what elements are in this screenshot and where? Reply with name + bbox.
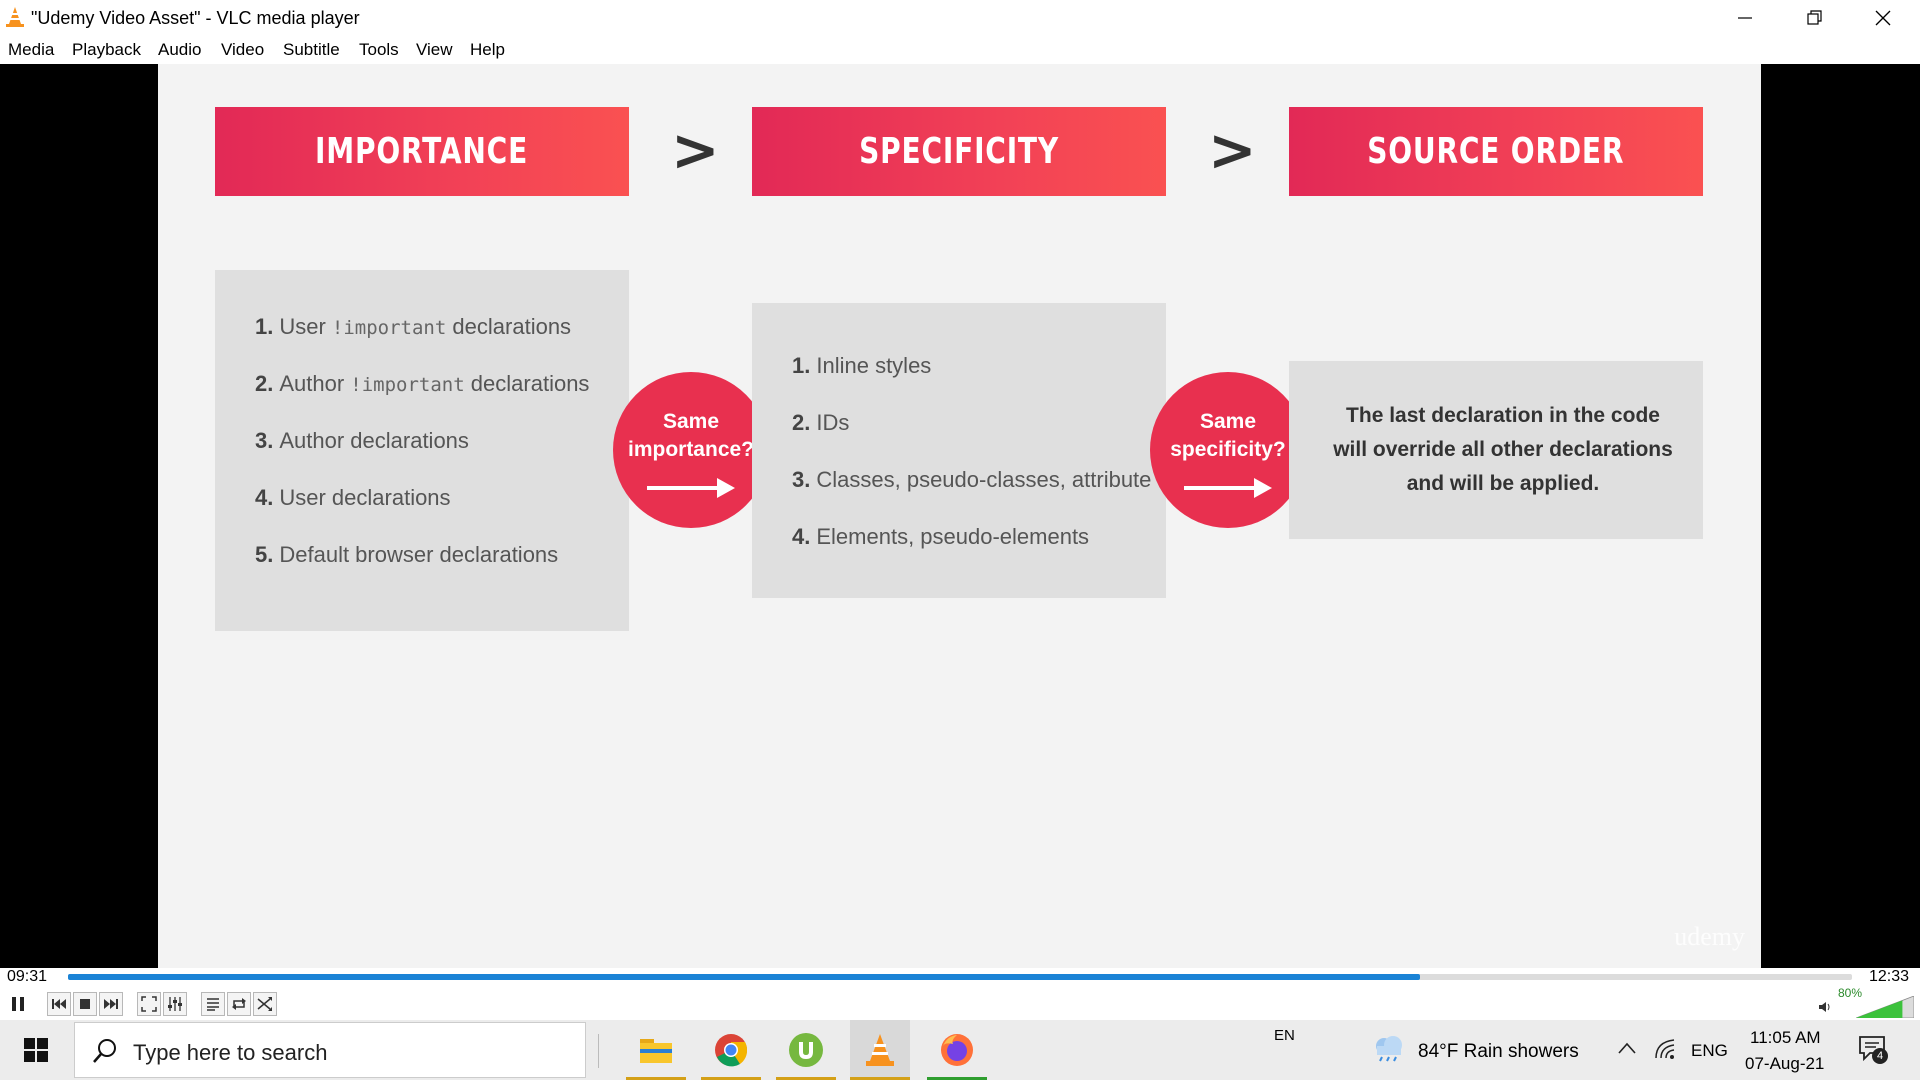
list-item: 4. Elements, pseudo-elements [792,524,1090,549]
title-bar: "Udemy Video Asset" - VLC media player [0,0,1920,36]
skip-next-icon [104,999,118,1009]
windows-logo-icon [24,1038,48,1062]
fullscreen-icon [141,996,157,1012]
menu-subtitle[interactable]: Subtitle [283,40,340,60]
close-icon [1875,10,1891,26]
list-item: 3. Classes, pseudo-classes, attribute [792,467,1152,492]
loop-button[interactable] [227,992,251,1016]
menu-playback[interactable]: Playback [72,40,141,60]
firefox-icon [941,1034,973,1066]
arrow-right-icon [1184,478,1272,498]
utorrent-taskbar-button[interactable] [776,1020,836,1080]
video-area[interactable]: IMPORTANCE > SPECIFICITY > SOURCE ORDER … [0,64,1920,968]
folder-icon [640,1039,672,1063]
skip-previous-icon [52,999,66,1009]
chevron-up-icon[interactable] [1618,1042,1636,1054]
minimize-button[interactable] [1710,0,1780,36]
list-item: 3. Author declarations [255,428,469,453]
loop-icon [232,998,246,1010]
greater-than-sign: > [1208,116,1257,184]
seek-progress [68,974,1421,980]
list-item: 2. IDs [792,410,850,435]
importance-list-box: 1. User !important declarations 2. Author … [215,270,629,631]
clock-date[interactable]: 07-Aug-21 [1745,1054,1824,1074]
wifi-icon[interactable] [1654,1038,1676,1060]
taskbar-divider [598,1034,599,1068]
file-explorer-taskbar-button[interactable] [626,1020,686,1080]
banner-specificity: SPECIFICITY [752,107,1166,196]
seek-slider[interactable] [68,974,1852,980]
vlc-cone-icon [6,7,24,27]
restore-button[interactable] [1780,0,1850,36]
menu-help[interactable]: Help [470,40,505,60]
notification-center-button[interactable]: 4 [1858,1034,1888,1064]
banner-source-order: SOURCE ORDER [1289,107,1703,196]
notification-count-badge: 4 [1872,1048,1888,1064]
restore-icon [1807,10,1822,25]
speaker-icon[interactable] [1818,1000,1832,1014]
menu-video[interactable]: Video [221,40,264,60]
elapsed-time: 09:31 [7,968,48,985]
udemy-watermark: udemy [1674,922,1745,951]
list-item: 2. Author !important declarations [255,371,590,396]
chrome-taskbar-button[interactable] [701,1020,761,1080]
seek-row: 09:31 12:33 [0,968,1920,986]
window-title: "Udemy Video Asset" - VLC media player [31,8,360,28]
shuffle-icon [257,997,272,1011]
shuffle-button[interactable] [253,992,277,1016]
vlc-window: "Udemy Video Asset" - VLC media player M… [0,0,1920,1080]
specificity-list-box: 1. Inline styles 2. IDs 3. Classes, pseudo-… [752,303,1166,598]
next-button[interactable] [99,992,123,1016]
extended-settings-button[interactable] [163,992,187,1016]
taskbar: Type here to search EN 84°F Rain showers [0,1020,1920,1080]
equalizer-icon [168,997,182,1011]
utorrent-icon [789,1033,823,1067]
weather-rain-cloud-icon[interactable] [1372,1034,1406,1062]
playlist-button[interactable] [201,992,225,1016]
stop-icon [80,999,90,1009]
search-icon [93,1039,116,1063]
playlist-icon [207,998,219,1011]
list-item: 4. User declarations [255,485,451,510]
fullscreen-button[interactable] [137,992,161,1016]
greater-than-sign: > [671,116,720,184]
weather-text[interactable]: 84°F Rain showers [1418,1041,1579,1063]
menu-bar: Media Playback Audio Video Subtitle Tool… [0,36,1920,64]
close-button[interactable] [1848,0,1918,36]
menu-view[interactable]: View [416,40,453,60]
start-button[interactable] [0,1020,72,1080]
vlc-cone-icon [866,1034,894,1066]
taskbar-search-box[interactable]: Type here to search [74,1022,586,1078]
vlc-taskbar-button[interactable] [850,1020,910,1080]
volume-slider[interactable] [1856,996,1914,1018]
banner-importance: IMPORTANCE [215,107,629,196]
clock-time[interactable]: 11:05 AM [1750,1028,1821,1048]
minimize-icon [1738,17,1752,19]
previous-button[interactable] [47,992,71,1016]
arrow-right-icon [647,478,735,498]
source-order-text: The last declaration in the code will ov… [1333,404,1673,495]
list-item: 1. Inline styles [792,353,932,378]
search-placeholder: Type here to search [133,1040,328,1065]
input-language[interactable]: ENG [1691,1041,1728,1061]
firefox-taskbar-button[interactable] [927,1020,987,1080]
menu-media[interactable]: Media [8,40,54,60]
input-language-short[interactable]: EN [1274,1027,1295,1044]
list-item: 5. Default browser declarations [255,542,559,567]
chrome-icon [715,1034,748,1067]
list-item: 1. User !important declarations [255,314,572,339]
source-order-box: The last declaration in the code will ov… [1289,361,1703,539]
total-time: 12:33 [1869,968,1910,985]
video-frame-slide: IMPORTANCE > SPECIFICITY > SOURCE ORDER … [158,64,1761,968]
menu-audio[interactable]: Audio [158,40,201,60]
same-specificity-circle: Same specificity? [1150,372,1306,528]
stop-button[interactable] [73,992,97,1016]
same-importance-circle: Same importance? [613,372,769,528]
pause-icon [12,997,24,1011]
playback-controls: 80% [0,986,1920,1020]
pause-button[interactable] [6,992,30,1016]
menu-tools[interactable]: Tools [359,40,399,60]
